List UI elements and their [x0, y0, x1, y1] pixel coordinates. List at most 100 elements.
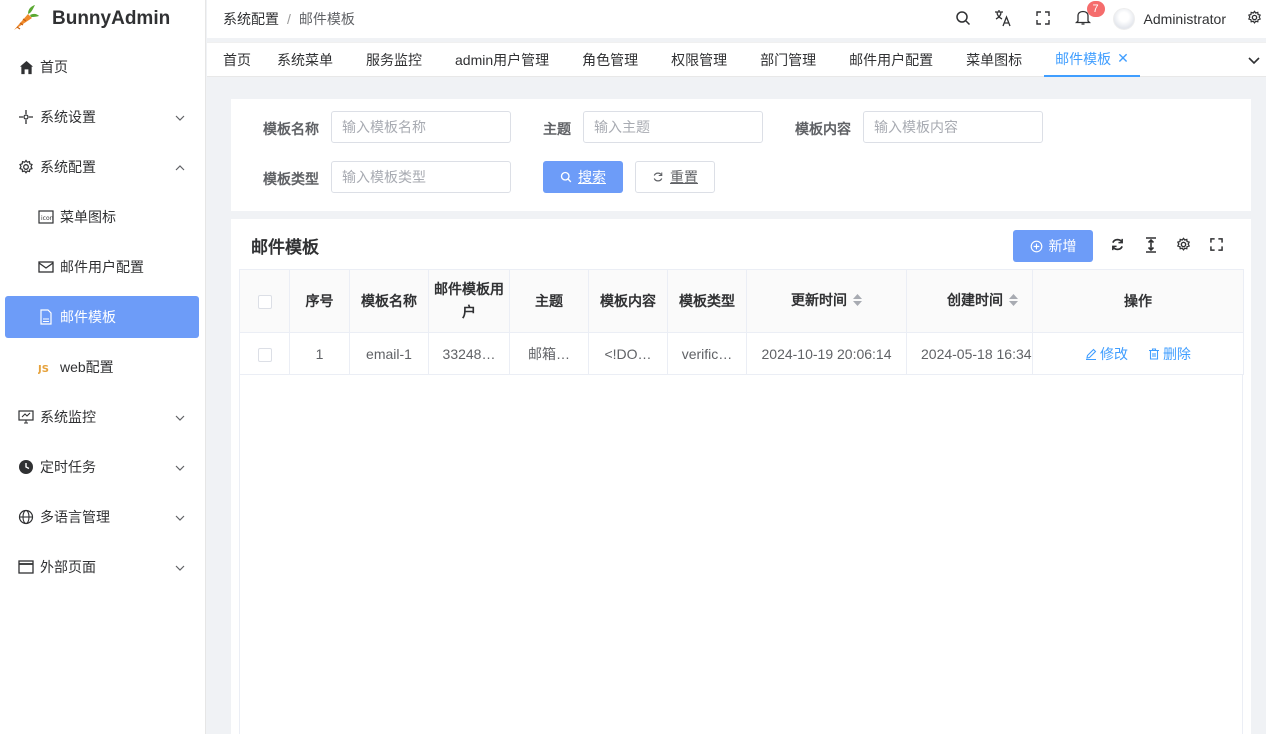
- column-header-sortable[interactable]: 更新时间: [746, 269, 907, 333]
- settings-button[interactable]: [1242, 0, 1266, 38]
- sidebar-item-label: 邮件用户配置: [60, 259, 144, 275]
- template-content-input[interactable]: 输入模板内容: [863, 111, 1043, 143]
- sidebar-item-external-pages[interactable]: 外部页面: [0, 542, 205, 592]
- column-header: 模板类型: [667, 269, 747, 333]
- edit-link[interactable]: 修改: [1085, 344, 1128, 364]
- header-actions: 7 Administrator: [943, 0, 1266, 38]
- column-header-sortable[interactable]: 创建时间: [906, 269, 1033, 333]
- cell-index: 1: [289, 332, 350, 375]
- user-menu[interactable]: Administrator: [1112, 8, 1226, 30]
- breadcrumb: 系统配置 / 邮件模板: [223, 9, 355, 29]
- search-button[interactable]: 搜索: [543, 161, 623, 193]
- globe-icon: [18, 509, 34, 525]
- tab-service-monitor[interactable]: 服务监控: [355, 43, 433, 77]
- tab-departments[interactable]: 部门管理: [749, 43, 827, 77]
- settings-dots-icon: [18, 109, 34, 125]
- tab-home[interactable]: 首页: [207, 43, 262, 77]
- refresh-button[interactable]: [1101, 237, 1134, 255]
- monitor-icon: [18, 409, 34, 425]
- tab-system-menu[interactable]: 系统菜单: [266, 43, 344, 77]
- page-title: 邮件模板: [251, 238, 319, 257]
- tab-mail-template[interactable]: 邮件模板 ✕: [1044, 43, 1140, 77]
- cell-subject: 邮箱…: [509, 332, 589, 375]
- template-name-input[interactable]: 输入模板名称: [331, 111, 511, 143]
- sidebar-item-web-config[interactable]: JS web配置: [0, 342, 205, 392]
- sidebar-item-label: 多语言管理: [40, 509, 110, 525]
- density-button[interactable]: [1134, 236, 1167, 256]
- search-button-label: 搜索: [578, 169, 606, 185]
- sidebar-item-label: web配置: [60, 359, 114, 375]
- tab-admin-users[interactable]: admin用户管理: [444, 43, 560, 77]
- tab-label: 邮件模板: [1055, 50, 1112, 67]
- refresh-icon: [652, 171, 664, 183]
- row-checkbox[interactable]: [257, 347, 272, 362]
- translate-icon: [994, 9, 1012, 30]
- app-logo[interactable]: BunnyAdmin: [0, 0, 205, 38]
- sidebar-item-label: 外部页面: [40, 559, 96, 575]
- sidebar-item-scheduled-tasks[interactable]: 定时任务: [0, 442, 205, 492]
- add-button[interactable]: 新增: [1013, 230, 1093, 262]
- reset-button[interactable]: 重置: [635, 161, 715, 193]
- subject-input[interactable]: 输入主题: [583, 111, 763, 143]
- search-button[interactable]: [943, 0, 983, 38]
- tab-label: 部门管理: [760, 51, 817, 68]
- cell-actions: 修改 删除: [1032, 332, 1244, 375]
- breadcrumb-item[interactable]: 系统配置: [223, 11, 279, 27]
- sidebar-item-home[interactable]: 首页: [0, 42, 205, 92]
- delete-link[interactable]: 删除: [1148, 344, 1191, 364]
- document-icon: [38, 309, 54, 325]
- gear-icon: [1247, 10, 1262, 28]
- column-header-label: 创建时间: [947, 292, 1003, 309]
- notification-button[interactable]: 7: [1063, 0, 1105, 38]
- sidebar-item-label: 系统配置: [40, 159, 96, 175]
- cell-content: <!DO…: [588, 332, 668, 375]
- sidebar-item-mail-template[interactable]: 邮件模板: [5, 296, 199, 338]
- sidebar-item-i18n[interactable]: 多语言管理: [0, 492, 205, 542]
- delete-link-label: 删除: [1162, 345, 1191, 362]
- table-header-row: 序号 模板名称 邮件模板用户 主题 模板内容 模板类型 更新时间 创建时间 操作: [239, 269, 1244, 333]
- tab-label: 菜单图标: [966, 51, 1023, 68]
- chevron-down-icon: [175, 560, 185, 576]
- sort-icon[interactable]: [853, 290, 862, 313]
- table-fullscreen-button[interactable]: [1200, 238, 1233, 254]
- gear-icon: [1176, 237, 1191, 255]
- tab-mail-user-config[interactable]: 邮件用户配置: [838, 43, 944, 77]
- chevron-down-icon: [175, 460, 185, 476]
- fullscreen-button[interactable]: [1023, 0, 1063, 38]
- sidebar: BunnyAdmin 首页 系统设置 系统配置 icon 菜单图标 邮件用户配置…: [0, 0, 206, 734]
- close-icon[interactable]: ✕: [1117, 50, 1129, 67]
- add-button-label: 新增: [1048, 238, 1077, 254]
- column-header: 操作: [1032, 269, 1244, 333]
- mail-icon: [38, 259, 54, 275]
- breadcrumb-item-current: 邮件模板: [298, 11, 355, 27]
- sidebar-item-menu-icons[interactable]: icon 菜单图标: [0, 192, 205, 242]
- svg-text:icon: icon: [41, 215, 54, 222]
- sidebar-item-system-settings[interactable]: 系统设置: [0, 92, 205, 142]
- trash-icon: [1148, 347, 1160, 360]
- sidebar-item-label: 定时任务: [40, 459, 96, 475]
- chevron-up-icon: [175, 160, 185, 176]
- column-settings-button[interactable]: [1167, 237, 1200, 255]
- sidebar-item-mail-user-config[interactable]: 邮件用户配置: [0, 242, 205, 292]
- subject-label: 主题: [543, 121, 571, 137]
- js-icon: JS: [38, 359, 54, 375]
- sidebar-item-system-monitor[interactable]: 系统监控: [0, 392, 205, 442]
- chevron-down-icon: [175, 410, 185, 426]
- tab-roles[interactable]: 角色管理: [571, 43, 649, 77]
- plus-circle-icon: [1030, 240, 1043, 253]
- search-icon: [560, 171, 572, 183]
- tab-menu-icons[interactable]: 菜单图标: [955, 43, 1033, 77]
- home-icon: [18, 59, 34, 75]
- tab-permissions[interactable]: 权限管理: [660, 43, 738, 77]
- select-all-checkbox[interactable]: [257, 294, 272, 309]
- sidebar-item-system-config[interactable]: 系统配置: [0, 142, 205, 192]
- search-icon: [955, 10, 971, 29]
- template-type-input[interactable]: 输入模板类型: [331, 161, 511, 193]
- sort-icon[interactable]: [1009, 290, 1018, 313]
- template-name-label: 模板名称: [263, 121, 319, 137]
- chevron-down-icon[interactable]: [1248, 53, 1260, 69]
- language-button[interactable]: [983, 0, 1023, 38]
- gear-icon: [18, 159, 34, 175]
- tab-label: 服务监控: [366, 51, 422, 68]
- column-header: 模板内容: [588, 269, 668, 333]
